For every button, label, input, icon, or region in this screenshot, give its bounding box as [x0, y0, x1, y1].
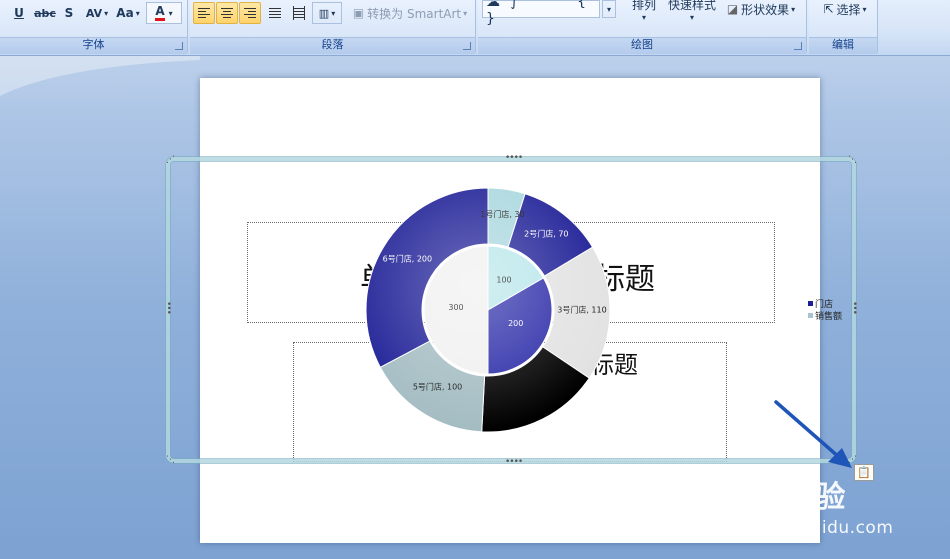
drawing-dialog-launcher-icon[interactable]: [794, 42, 802, 50]
underline-button[interactable]: U: [10, 2, 28, 24]
resize-handle-left[interactable]: •••: [163, 301, 173, 314]
annotation-arrow-icon: [774, 400, 852, 468]
resize-handle-top[interactable]: ••••: [505, 154, 523, 163]
font-color-button[interactable]: A ▾: [146, 2, 182, 24]
resize-handle-bottom-left[interactable]: ⋱: [166, 456, 175, 465]
chevron-down-icon: ▾: [791, 4, 796, 14]
quick-styles-label: 快速样式: [667, 0, 716, 12]
editing-group-label: 编辑: [832, 38, 854, 51]
strikethrough-button[interactable]: abc: [32, 2, 58, 24]
legend-entry: 门店: [808, 297, 842, 310]
justify-button[interactable]: [264, 2, 286, 24]
chevron-down-icon: ▾: [862, 4, 867, 14]
font-group: U abc S AV ▾ Aa ▾ A ▾ 字体: [0, 0, 188, 54]
legend-label: 销售额: [815, 311, 843, 322]
columns-icon: ▥: [318, 6, 330, 20]
chevron-down-icon: ▾: [168, 8, 173, 18]
change-case-label: Aa: [116, 6, 134, 20]
distributed-button[interactable]: [288, 2, 310, 24]
arrange-label: 排列: [631, 0, 656, 12]
font-group-label: 字体: [82, 38, 105, 51]
chevron-down-icon: ▾: [104, 8, 109, 18]
shape-effects-icon: ◪: [726, 2, 739, 16]
resize-handle-bottom[interactable]: ••••: [505, 458, 523, 467]
distributed-icon: [293, 6, 305, 20]
text-shadow-button[interactable]: S: [60, 2, 78, 24]
character-spacing-button[interactable]: AV ▾: [82, 2, 112, 24]
columns-button[interactable]: ▥ ▾: [312, 2, 342, 24]
shapes-gallery-icon: ☁ ∫ ⌒ ⌒ { }: [486, 0, 590, 27]
chevron-down-icon: ▾: [463, 8, 468, 18]
chevron-down-icon: ▾: [135, 8, 140, 18]
chevron-down-icon: ▾: [331, 8, 336, 18]
chevron-down-icon: ▾: [606, 4, 611, 14]
align-right-button[interactable]: [239, 2, 261, 24]
paragraph-group: ▥ ▾ ▣ 转换为 SmartArt ▾ 段落: [190, 0, 476, 54]
paragraph-group-label: 段落: [321, 38, 344, 51]
drawing-group: ☁ ∫ ⌒ ⌒ { } ▾ 排列 ▾ 快速样式 ▾ ◪ 形状效果 ▾ 绘图: [478, 0, 807, 54]
drawing-group-label: 绘图: [631, 38, 653, 51]
smartart-icon: ▣: [352, 6, 365, 20]
legend-swatch: [808, 312, 813, 318]
legend-entry: 销售额: [808, 309, 843, 322]
resize-handle-right[interactable]: •••: [849, 301, 859, 314]
align-center-button[interactable]: [216, 2, 238, 24]
shape-effects-label: 形状效果: [741, 2, 790, 17]
editing-group: ⇱ 选择 ▾ 编辑: [809, 0, 878, 54]
paragraph-dialog-launcher-icon[interactable]: [463, 42, 471, 50]
align-left-icon: [198, 6, 210, 20]
chart-legend[interactable]: 门店 销售额: [808, 297, 843, 322]
align-right-icon: [244, 6, 256, 20]
baidu-watermark: Bai经验 jingyan.baidu.com: [728, 472, 893, 538]
legend-swatch: [808, 300, 813, 306]
align-left-button[interactable]: [193, 2, 215, 24]
doughnut-chart[interactable]: 1号门店, 302号门店, 703号门店, 1105号门店, 1006号门店, …: [360, 182, 616, 438]
resize-handle-top-left[interactable]: ⋰: [166, 156, 175, 165]
cursor-arrow-icon: ⇱: [823, 2, 834, 16]
watermark-url: jingyan.baidu.com: [728, 518, 894, 538]
arrange-button[interactable]: 排列 ▾: [624, 0, 664, 26]
background-sweep: [0, 56, 200, 96]
ribbon: U abc S AV ▾ Aa ▾ A ▾ 字体 ▥ ▾ ▣ 转换为 SmartArt ▾…: [0, 0, 950, 56]
convert-smartart-label: 转换为 SmartArt: [367, 6, 462, 21]
shape-effects-button[interactable]: ◪ 形状效果 ▾: [720, 0, 802, 18]
chevron-down-icon: ▾: [689, 13, 694, 22]
select-button[interactable]: ⇱ 选择 ▾: [815, 0, 875, 18]
font-dialog-launcher-icon[interactable]: [175, 42, 183, 50]
select-label: 选择: [836, 2, 861, 17]
change-case-button[interactable]: Aa ▾: [114, 2, 142, 24]
character-spacing-label: AV: [85, 6, 103, 20]
align-center-icon: [221, 6, 233, 20]
resize-handle-top-right[interactable]: ⋱: [848, 156, 857, 165]
chart-gloss: [366, 188, 610, 432]
convert-smartart-button[interactable]: ▣ 转换为 SmartArt ▾: [346, 2, 474, 24]
quick-styles-button[interactable]: 快速样式 ▾: [666, 0, 718, 26]
shapes-gallery[interactable]: ☁ ∫ ⌒ ⌒ { }: [482, 0, 600, 27]
shapes-more-button[interactable]: ▾: [602, 0, 616, 18]
justify-icon: [269, 6, 281, 20]
watermark-brand: Bai经验: [728, 480, 847, 515]
chevron-down-icon: ▾: [641, 13, 646, 22]
font-color-icon: A: [155, 5, 165, 21]
